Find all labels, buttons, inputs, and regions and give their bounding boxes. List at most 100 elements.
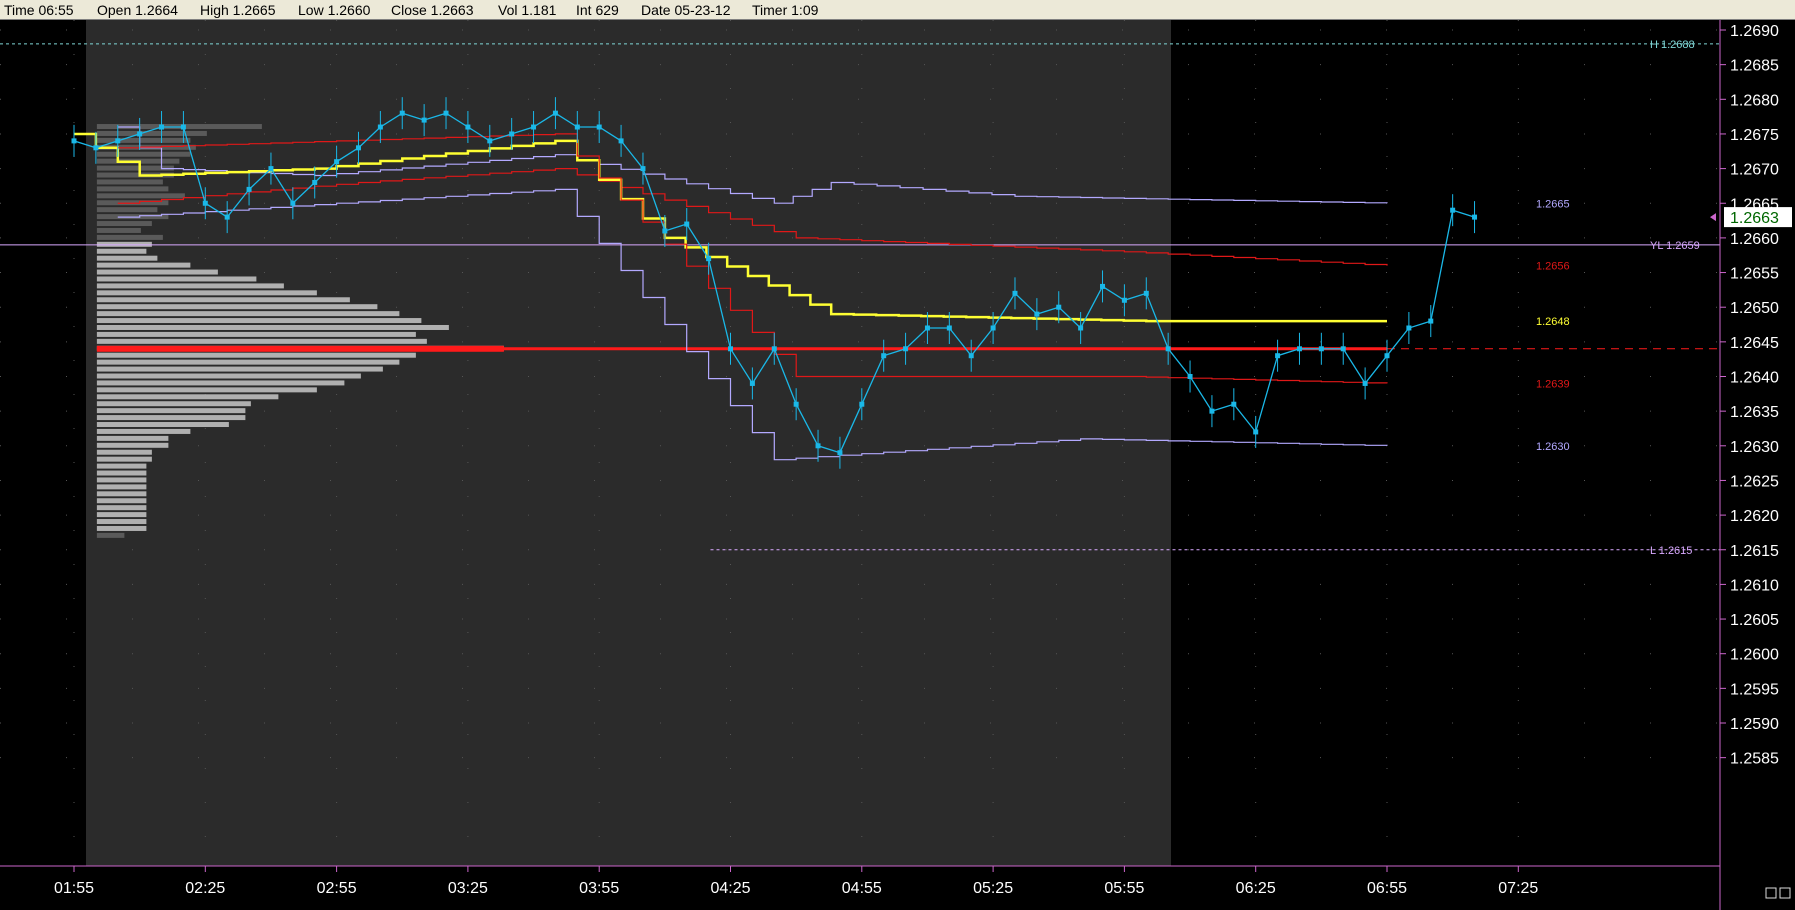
x-tick-label: 02:25 bbox=[185, 880, 225, 897]
price-point bbox=[531, 124, 537, 130]
price-point bbox=[1143, 290, 1149, 296]
reference-label: H 1.2688 bbox=[1650, 39, 1695, 51]
y-tick-label: 1.2655 bbox=[1730, 266, 1779, 283]
info-timer: Timer 1:09 bbox=[752, 2, 819, 18]
price-point bbox=[115, 138, 121, 144]
price-point bbox=[662, 228, 668, 234]
price-point bbox=[1100, 283, 1106, 289]
x-tick-label: 05:55 bbox=[1104, 880, 1144, 897]
price-point bbox=[1450, 207, 1456, 213]
price-point bbox=[443, 110, 449, 116]
price-point bbox=[137, 131, 143, 137]
x-tick-label: 04:25 bbox=[710, 880, 750, 897]
volume-profile-bar bbox=[96, 470, 147, 476]
volume-profile-bar bbox=[96, 415, 246, 421]
volume-profile-bar bbox=[96, 408, 246, 414]
volume-profile-bar bbox=[96, 318, 422, 324]
info-high: High 1.2665 bbox=[200, 2, 276, 18]
price-point bbox=[859, 401, 865, 407]
y-tick-label: 1.2620 bbox=[1730, 508, 1779, 525]
price-point bbox=[334, 159, 340, 165]
price-point bbox=[924, 325, 930, 331]
volume-profile-bar bbox=[96, 435, 169, 441]
x-tick-label: 06:55 bbox=[1367, 880, 1407, 897]
info-low: Low 1.2660 bbox=[298, 2, 371, 18]
price-point bbox=[1428, 318, 1434, 324]
reference-label: L 1.2615 bbox=[1650, 545, 1692, 557]
volume-profile-bar bbox=[96, 484, 147, 490]
y-tick-label: 1.2635 bbox=[1730, 404, 1779, 421]
volume-profile-bar bbox=[96, 151, 191, 157]
volume-profile-bar bbox=[96, 442, 169, 448]
price-point bbox=[837, 450, 843, 456]
session-shading bbox=[86, 20, 1171, 866]
volume-profile-bar bbox=[96, 290, 317, 296]
price-point bbox=[487, 138, 493, 144]
price-point bbox=[1362, 380, 1368, 386]
price-point bbox=[574, 124, 580, 130]
info-open: Open 1.2664 bbox=[97, 2, 178, 18]
y-tick-label: 1.2640 bbox=[1730, 370, 1779, 387]
price-point bbox=[377, 124, 383, 130]
price-point bbox=[1275, 353, 1281, 359]
price-chart[interactable]: H 1.2688 YL 1.2659 L 1.2615 1.2665 1.2656 1.… bbox=[0, 20, 1795, 910]
volume-profile-bar bbox=[96, 456, 152, 462]
price-point bbox=[246, 186, 252, 192]
band-label: 1.2656 bbox=[1536, 261, 1570, 273]
price-point bbox=[1165, 346, 1171, 352]
volume-profile-bar bbox=[96, 449, 152, 455]
volume-profile-bar bbox=[96, 227, 141, 233]
price-point bbox=[159, 124, 165, 130]
price-point bbox=[706, 256, 712, 262]
price-point bbox=[552, 110, 558, 116]
volume-profile-bar bbox=[96, 255, 158, 261]
price-point bbox=[1472, 214, 1478, 220]
volume-profile-bar bbox=[96, 269, 218, 275]
volume-profile-bar bbox=[96, 428, 191, 434]
volume-profile-bar bbox=[96, 463, 147, 469]
y-tick-label: 1.2660 bbox=[1730, 231, 1779, 248]
volume-profile-bar bbox=[96, 401, 251, 407]
x-tick-label: 03:25 bbox=[448, 880, 488, 897]
y-tick-label: 1.2625 bbox=[1730, 473, 1779, 490]
volume-profile-bar bbox=[96, 525, 147, 531]
volume-profile-bar bbox=[96, 186, 169, 192]
price-point bbox=[749, 380, 755, 386]
price-point bbox=[1187, 374, 1193, 379]
y-tick-label: 1.2690 bbox=[1730, 23, 1779, 40]
y-tick-label: 1.2685 bbox=[1730, 58, 1779, 75]
band-label: 1.2648 bbox=[1536, 316, 1570, 328]
y-tick-label: 1.2600 bbox=[1730, 647, 1779, 664]
volume-profile-bar bbox=[96, 262, 191, 268]
volume-profile-bar bbox=[96, 387, 317, 393]
price-point bbox=[968, 353, 974, 359]
price-point bbox=[903, 346, 909, 352]
volume-profile-bar bbox=[96, 422, 229, 428]
info-vol: Vol 1.181 bbox=[498, 2, 557, 18]
x-tick-label: 06:25 bbox=[1236, 880, 1276, 897]
chart-window: Time 06:55 Open 1.2664 High 1.2665 Low 1… bbox=[0, 0, 1795, 910]
price-point bbox=[684, 221, 690, 227]
y-tick-label: 1.2675 bbox=[1730, 127, 1779, 144]
price-point bbox=[509, 131, 515, 137]
volume-profile-bar bbox=[96, 532, 125, 538]
price-point bbox=[728, 346, 733, 352]
price-point bbox=[596, 124, 602, 130]
volume-profile-bar bbox=[96, 359, 400, 365]
price-point bbox=[1209, 408, 1215, 414]
volume-profile-bar bbox=[96, 352, 416, 358]
price-point bbox=[1056, 304, 1062, 310]
y-tick-label: 1.2670 bbox=[1730, 162, 1779, 179]
volume-profile-bar bbox=[96, 373, 361, 379]
price-point bbox=[1012, 290, 1018, 296]
price-point bbox=[1078, 325, 1084, 331]
volume-profile-bar bbox=[96, 338, 427, 344]
volume-profile-bar bbox=[96, 366, 383, 372]
info-date: Date 05-23-12 bbox=[641, 2, 731, 18]
price-point bbox=[881, 353, 887, 359]
y-tick-label: 1.2645 bbox=[1730, 335, 1779, 352]
price-point bbox=[640, 166, 646, 172]
volume-profile-bar bbox=[96, 304, 378, 310]
price-point bbox=[421, 117, 427, 123]
y-tick-label: 1.2585 bbox=[1730, 751, 1779, 768]
